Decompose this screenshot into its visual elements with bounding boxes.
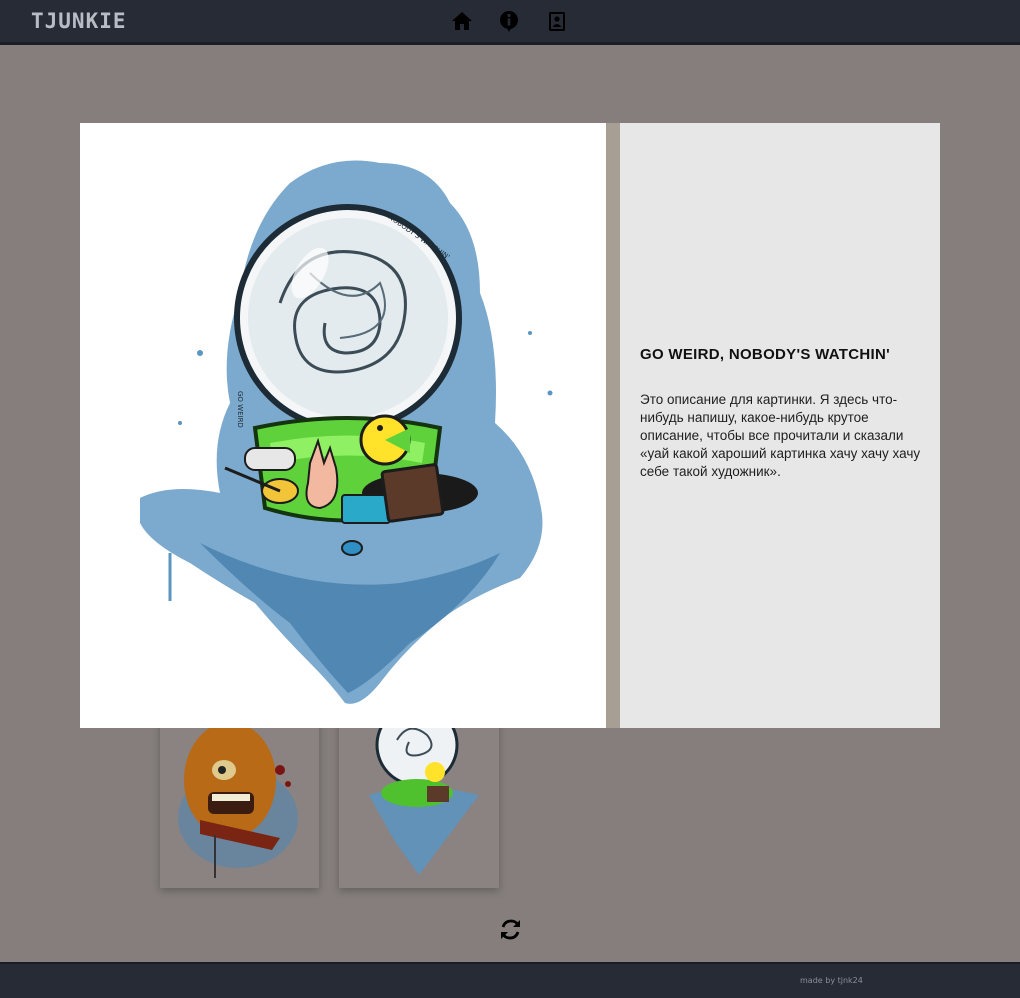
footer-credit: made by tjnk24 xyxy=(800,976,863,985)
reload-icon[interactable] xyxy=(497,916,524,943)
artwork-image: NOBODY'S WATCHIN' GO WEIRD xyxy=(80,123,606,728)
top-navbar: TJUNKIE xyxy=(0,0,1020,45)
site-logo[interactable]: TJUNKIE xyxy=(31,9,127,33)
gallery-card-pizza[interactable] xyxy=(160,700,319,888)
footer: made by tjnk24 xyxy=(0,962,1020,998)
artwork-title: GO WEIRD, NOBODY'S WATCHIN' xyxy=(640,346,890,363)
gallery-card-snowglobe[interactable] xyxy=(339,700,499,888)
info-icon[interactable] xyxy=(498,10,520,32)
artwork-modal: NOBODY'S WATCHIN' GO WEIRD GO WEIRD, NOB… xyxy=(80,123,940,728)
artwork-curved-text-2: GO WEIRD xyxy=(236,391,244,428)
artwork-description: Это описание для картинки. Я здесь что-н… xyxy=(640,392,921,479)
contacts-book-icon[interactable] xyxy=(546,10,568,32)
home-icon[interactable] xyxy=(451,10,473,32)
artwork-info-panel: GO WEIRD, NOBODY'S WATCHIN' Это описание… xyxy=(620,123,940,728)
